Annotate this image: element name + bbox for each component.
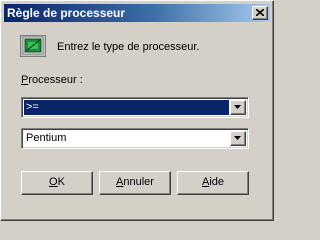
info-message: Entrez le type de processeur.: [57, 41, 200, 53]
chevron-down-icon: [234, 136, 241, 140]
help-button-label: ide: [209, 176, 225, 188]
processor-label-text: rocesseur :: [28, 74, 83, 86]
ok-button[interactable]: OK: [21, 171, 93, 195]
operator-select-value: >=: [24, 100, 229, 115]
title-bar[interactable]: Règle de processeur: [4, 4, 270, 22]
ok-button-mnemonic: O: [49, 176, 58, 188]
ok-button-label: K: [57, 176, 65, 188]
close-button[interactable]: [252, 6, 268, 20]
operator-dropdown-button[interactable]: [230, 100, 246, 115]
cancel-button[interactable]: Annuler: [99, 171, 171, 195]
window-title: Règle de processeur: [7, 6, 126, 20]
dialog-window: Règle de processeur Entrez le type de pr…: [0, 0, 274, 221]
processor-dropdown-button[interactable]: [230, 131, 246, 146]
help-button[interactable]: Aide: [177, 171, 249, 195]
cancel-button-label: nnuler: [123, 176, 154, 188]
processor-label: Processeur :: [21, 74, 83, 86]
chevron-down-icon: [234, 105, 241, 109]
operator-select[interactable]: >=: [21, 97, 249, 118]
processor-icon: [20, 35, 46, 57]
processor-select-value: Pentium: [26, 132, 67, 144]
processor-select[interactable]: Pentium: [21, 128, 249, 149]
close-icon: [256, 9, 264, 16]
